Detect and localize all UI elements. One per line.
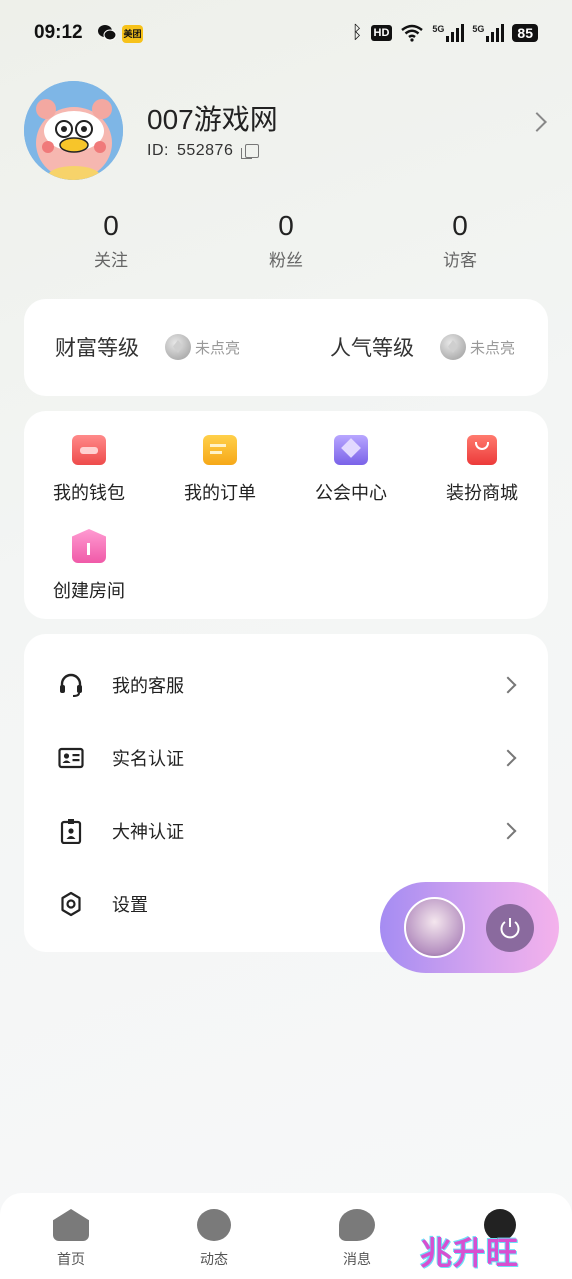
battery-indicator: 85 [512, 23, 538, 42]
popularity-level-status: 未点亮 [470, 339, 516, 357]
chevron-right-icon [499, 749, 517, 766]
wealth-badge-icon [165, 334, 191, 360]
meituan-icon: 美团 [122, 25, 143, 43]
stat-visitors-count: 0 [452, 210, 468, 241]
grid-label-wallet: 我的钱包 [53, 483, 125, 503]
grid-item-wallet[interactable]: 我的钱包 [34, 435, 144, 505]
grid-label-orders: 我的订单 [184, 483, 256, 503]
badge-icon [60, 818, 82, 844]
bluetooth-icon: ᛒ [351, 22, 363, 42]
feed-icon [197, 1209, 231, 1241]
menu-item-customer-service[interactable]: 我的客服 [24, 648, 548, 721]
grid-item-orders[interactable]: 我的订单 [165, 435, 275, 505]
home-icon [53, 1209, 89, 1241]
menu-item-master-cert[interactable]: 大神认证 [24, 794, 548, 867]
stat-fans-count: 0 [278, 210, 294, 241]
order-icon [203, 435, 237, 465]
nav-home-label: 首页 [57, 1251, 85, 1267]
grid-item-guild[interactable]: 公会中心 [296, 435, 406, 505]
guild-icon [334, 435, 368, 465]
popularity-level-title: 人气等级 [330, 337, 414, 360]
id-card-icon [58, 747, 84, 768]
profile-name: 007游戏网 [147, 104, 278, 135]
hd-badge: HD [370, 24, 393, 41]
wifi-icon [401, 24, 424, 42]
stat-following-label: 关注 [94, 251, 128, 270]
house-icon [72, 529, 106, 563]
wallet-icon [72, 435, 106, 465]
profile-id-row: ID: 552876 [147, 142, 260, 160]
stat-fans-label: 粉丝 [269, 251, 303, 270]
menu-label-master-cert: 大神认证 [112, 821, 184, 842]
popularity-badge-icon [440, 334, 466, 360]
headset-icon [60, 673, 82, 697]
room-avatar[interactable] [404, 897, 465, 958]
watermark-text: 兆升旺 [420, 1235, 520, 1271]
nav-home[interactable]: 首页 [31, 1209, 111, 1269]
status-time: 09:12 [34, 22, 83, 43]
status-bar: 09:12 美团 ᛒ HD 5G 5G 85 [0, 0, 572, 68]
chevron-right-icon[interactable] [527, 112, 547, 132]
grid-label-create-room: 创建房间 [53, 581, 125, 601]
avatar[interactable] [24, 81, 123, 180]
stat-fans[interactable]: 0 粉丝 [226, 210, 346, 271]
copy-icon[interactable] [241, 144, 260, 159]
signal-icon-1: 5G [432, 23, 465, 42]
signal-1-label: 5G [432, 23, 445, 34]
stat-following-count: 0 [103, 210, 119, 241]
signal-icon-2: 5G [472, 23, 505, 42]
power-button[interactable] [486, 904, 534, 952]
chevron-right-icon [499, 822, 517, 839]
wealth-level[interactable]: 财富等级 未点亮 [55, 332, 240, 362]
shop-icon [467, 435, 497, 465]
grid-item-shop[interactable]: 装扮商城 [427, 435, 537, 505]
wealth-level-status: 未点亮 [195, 339, 241, 357]
avatar-image [24, 81, 123, 180]
stats-row: 0 关注 0 粉丝 0 访客 [24, 210, 548, 280]
grid-label-shop: 装扮商城 [446, 483, 518, 503]
nav-messages[interactable]: 消息 [317, 1209, 397, 1269]
wealth-level-title: 财富等级 [55, 337, 139, 360]
menu-label-customer-service: 我的客服 [112, 675, 184, 696]
grid-label-guild: 公会中心 [315, 483, 387, 503]
gear-icon [61, 891, 81, 916]
message-icon [339, 1209, 375, 1241]
floating-room-widget[interactable] [380, 882, 559, 973]
menu-label-real-name: 实名认证 [112, 748, 184, 769]
power-icon [500, 918, 520, 939]
stat-following[interactable]: 0 关注 [51, 210, 171, 271]
nav-messages-label: 消息 [343, 1251, 371, 1267]
wechat-icon [98, 25, 117, 41]
menu-item-real-name[interactable]: 实名认证 [24, 721, 548, 794]
profile-id-value: 552876 [176, 142, 234, 159]
menu-label-settings: 设置 [112, 894, 148, 915]
nav-feed-label: 动态 [200, 1251, 228, 1267]
signal-2-label: 5G [472, 23, 485, 34]
feature-grid-card: 我的钱包 我的订单 公会中心 装扮商城 创建房间 [24, 411, 548, 619]
stat-visitors[interactable]: 0 访客 [400, 210, 520, 271]
nav-feed[interactable]: 动态 [174, 1209, 254, 1269]
status-indicators: ᛒ HD 5G 5G 85 [352, 22, 538, 43]
profile-id-label: ID: [147, 142, 169, 159]
grid-item-create-room[interactable]: 创建房间 [34, 529, 144, 603]
popularity-level[interactable]: 人气等级 未点亮 [330, 332, 515, 362]
level-card: 财富等级 未点亮 人气等级 未点亮 [24, 299, 548, 396]
stat-visitors-label: 访客 [443, 251, 477, 270]
chevron-right-icon [499, 676, 517, 693]
